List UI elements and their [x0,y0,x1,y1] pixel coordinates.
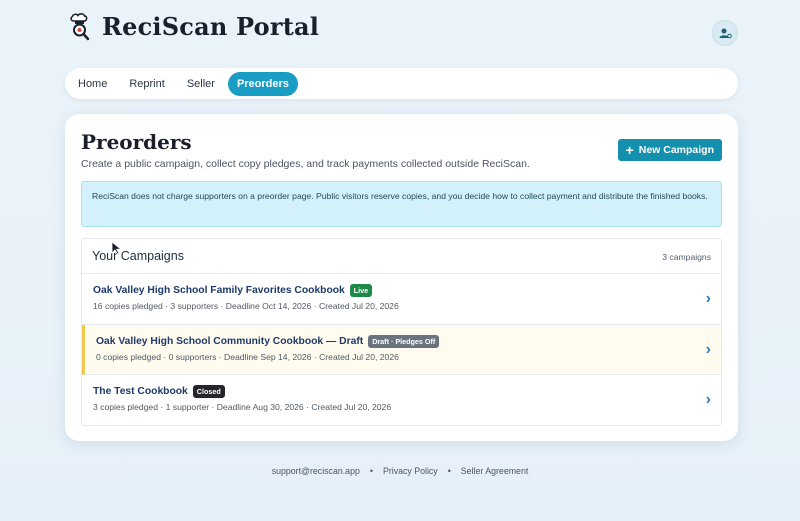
plus-icon: + [625,142,634,158]
privacy-policy-link[interactable]: Privacy Policy [383,466,438,476]
nav-reprint[interactable]: Reprint [120,72,173,96]
page-title: Preorders [81,130,192,154]
new-campaign-button[interactable]: + New Campaign [617,139,722,161]
campaigns-header: Your Campaigns 3 campaigns [82,239,721,274]
nav-home[interactable]: Home [69,72,116,96]
chevron-right-icon: › [705,290,711,307]
campaign-name: The Test Cookbook [93,386,188,397]
campaign-name: Oak Valley High School Community Cookboo… [96,335,364,347]
campaigns-list: Your Campaigns 3 campaigns Oak Valley Hi… [81,238,722,426]
user-settings-icon [719,28,732,38]
campaign-meta: 0 copies pledged · 0 supporters · Deadli… [96,351,399,362]
campaigns-count: 3 campaigns [662,252,711,262]
campaign-row[interactable]: Oak Valley High School Community Cookboo… [82,324,721,375]
campaign-row[interactable]: The Test Cookbook Closed 3 copies pledge… [82,375,721,425]
campaigns-title: Your Campaigns [92,249,184,263]
header: ReciScan Portal [66,12,740,46]
status-badge: Live [349,284,373,297]
mouse-pointer-icon [111,241,123,255]
nav-seller[interactable]: Seller [178,72,224,96]
nav-preorders[interactable]: Preorders [227,71,298,96]
campaign-name: Oak Valley High School Family Favorites … [93,285,345,296]
chevron-right-icon: › [705,340,711,358]
brand[interactable]: ReciScan Portal [68,12,319,41]
chef-magnifier-logo-icon [70,12,90,40]
footer-separator: • [447,466,451,476]
account-button[interactable] [712,20,738,46]
campaign-row[interactable]: Oak Valley High School Family Favorites … [82,274,721,325]
info-alert: ReciScan does not charge supporters on a… [81,181,722,227]
main-nav: Home Reprint Seller Preorders [65,68,738,99]
campaign-meta: 3 copies pledged · 1 supporter · Deadlin… [93,402,392,412]
campaign-meta: 16 copies pledged · 3 supporters · Deadl… [93,301,399,311]
status-badge: Closed [192,385,225,398]
footer: support@reciscan.app • Privacy Policy • Sell… [0,466,800,476]
seller-agreement-link[interactable]: Seller Agreement [461,466,528,476]
new-campaign-label: New Campaign [638,144,714,156]
app-title: ReciScan Portal [102,12,320,41]
preorders-card: Preorders Create a public campaign, coll… [65,114,738,441]
footer-separator: • [369,466,373,476]
status-badge: Draft · Pledges Off [368,334,440,348]
page-subtitle: Create a public campaign, collect copy p… [81,158,530,170]
chevron-right-icon: › [705,391,711,408]
support-email-link[interactable]: support@reciscan.app [272,466,360,476]
